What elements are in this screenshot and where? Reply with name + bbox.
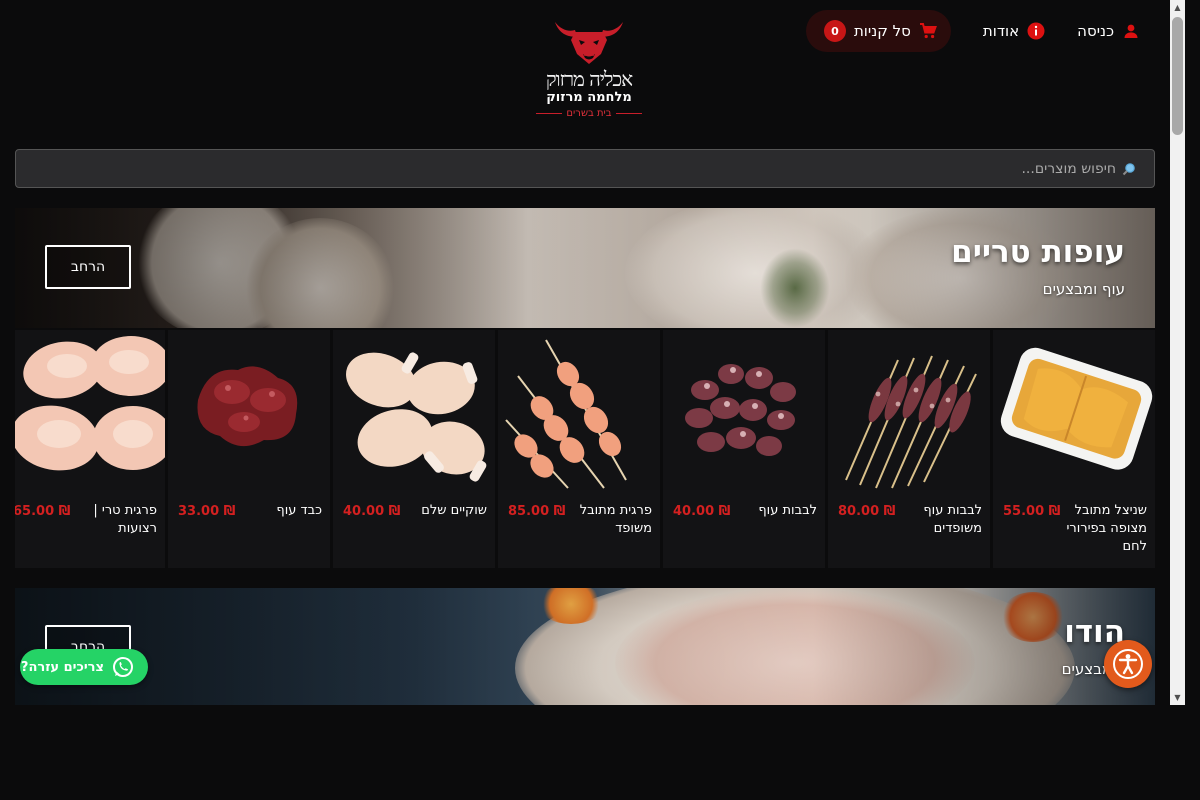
vertical-scrollbar[interactable]: ▲ ▼ (1170, 0, 1185, 705)
whatsapp-icon (113, 657, 133, 677)
scroll-down-arrow-icon[interactable]: ▼ (1170, 690, 1185, 705)
product-card[interactable]: לבבות עוף משופדים 80.00 ₪ (828, 330, 990, 568)
search-icon (1122, 162, 1135, 175)
product-image (993, 330, 1155, 490)
bull-head-icon (555, 22, 623, 64)
product-card[interactable]: פרגית מתובל משופד 85.00 ₪ (498, 330, 660, 568)
category-title: עופות טריים (951, 234, 1125, 270)
product-price: 80.00 ₪ (838, 504, 896, 519)
banner-overlay (15, 588, 1155, 705)
logo-script-text: אכליה מרזוק (545, 67, 633, 91)
product-price: 40.00 ₪ (673, 504, 731, 519)
product-image (333, 330, 495, 490)
logo-rule-right (615, 113, 642, 114)
product-name: שוקיים שלם (421, 503, 487, 518)
info-icon (1027, 22, 1045, 40)
logo-rule-left (536, 113, 563, 114)
product-image (168, 330, 330, 490)
product-price: 33.00 ₪ (178, 504, 236, 519)
product-price: 55.00 ₪ (1003, 504, 1061, 519)
store-logo[interactable]: אכליה מרזוק מלחמה מרזוק בית בשרים (530, 18, 648, 126)
cart-label: סל קניות (853, 22, 911, 40)
product-name: פרגית טרי | רצועות (93, 503, 157, 536)
cart-button[interactable]: סל קניות 0 (805, 10, 951, 52)
product-card[interactable]: פרגית טרי | רצועות 65.00 ₪ (15, 330, 165, 568)
whatsapp-help-button[interactable]: צריכים עזרה? (20, 649, 148, 685)
category-banner-turkey: הודו ו ומבצעים הרחב (15, 588, 1155, 705)
product-name: לבבות עוף משופדים (923, 503, 982, 536)
product-card[interactable]: לבבות עוף 40.00 ₪ (663, 330, 825, 568)
scroll-up-arrow-icon[interactable]: ▲ (1170, 0, 1185, 15)
login-label: כניסה (1077, 22, 1114, 40)
top-nav: כניסה אודות סל קניות 0 (805, 10, 1140, 52)
product-price: 85.00 ₪ (508, 504, 566, 519)
below-viewport-area (0, 705, 1200, 800)
product-card[interactable]: כבד עוף 33.00 ₪ (168, 330, 330, 568)
search-input[interactable] (716, 160, 1116, 177)
product-image (663, 330, 825, 490)
product-price: 40.00 ₪ (343, 504, 401, 519)
product-name: פרגית מתובל משופד (579, 503, 652, 536)
expand-button[interactable]: הרחב (45, 245, 131, 289)
site-header: כניסה אודות סל קניות 0 אכליה מרזוק מלחמה… (0, 0, 1170, 140)
about-link[interactable]: אודות (983, 10, 1045, 52)
category-subtitle: עוף ומבצעים (1042, 280, 1125, 298)
shopping-cart-icon (919, 22, 937, 40)
product-carousel: שניצל מתובל מצופה בפירורי לחם 55.00 ₪ לב… (15, 330, 1155, 568)
accessibility-icon (1113, 649, 1143, 679)
logo-tagline-row: בית בשרים (536, 108, 642, 119)
about-label: אודות (982, 22, 1020, 40)
product-image (15, 330, 165, 490)
logo-tagline: בית בשרים (566, 108, 612, 119)
product-name: שניצל מתובל מצופה בפירורי לחם (1066, 503, 1148, 554)
category-banner-fresh-poultry: עופות טריים עוף ומבצעים הרחב (15, 208, 1155, 328)
login-link[interactable]: כניסה (1077, 10, 1140, 52)
product-image (828, 330, 990, 490)
cart-count-badge: 0 (823, 20, 846, 42)
product-name: לבבות עוף (758, 503, 817, 518)
whatsapp-label: צריכים עזרה? (20, 659, 104, 675)
product-card[interactable]: שוקיים שלם 40.00 ₪ (333, 330, 495, 568)
scroll-thumb[interactable] (1172, 17, 1183, 135)
product-name: כבד עוף (276, 503, 322, 518)
product-price: 65.00 ₪ (15, 504, 71, 519)
accessibility-button[interactable] (1104, 640, 1152, 688)
product-card[interactable]: שניצל מתובל מצופה בפירורי לחם 55.00 ₪ (993, 330, 1155, 568)
page-viewport: כניסה אודות סל קניות 0 אכליה מרזוק מלחמה… (0, 0, 1170, 705)
product-image (498, 330, 660, 490)
logo-subtitle: מלחמה מרזוק (546, 90, 632, 105)
search-bar (15, 149, 1155, 188)
user-icon (1122, 22, 1140, 40)
